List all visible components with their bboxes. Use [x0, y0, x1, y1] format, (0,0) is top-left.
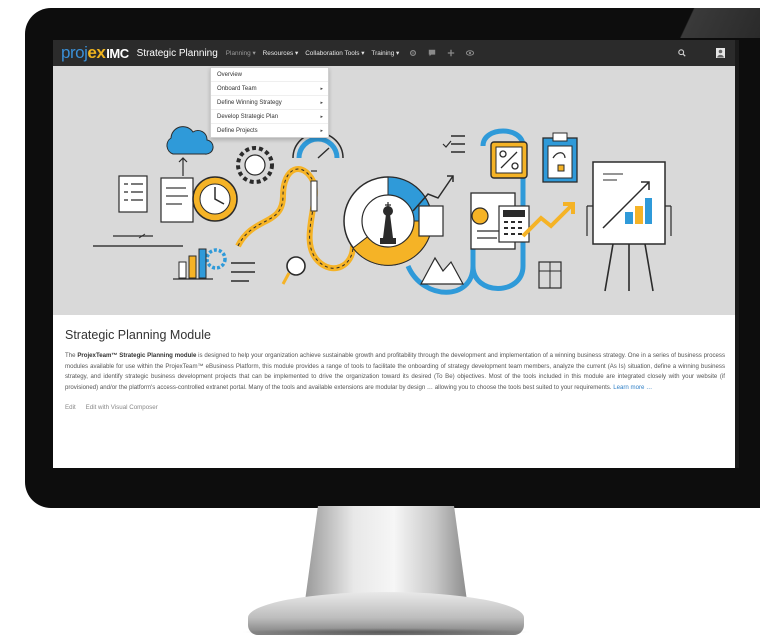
bezel-shine: [640, 8, 760, 38]
edit-link[interactable]: Edit: [65, 404, 76, 411]
eye-icon[interactable]: [466, 49, 475, 57]
screen-scrollbar-edge: [735, 40, 739, 468]
dropdown-item-define-winning-strategy[interactable]: Define Winning Strategy ▸: [211, 96, 328, 110]
percent-board-icon: [490, 141, 528, 179]
description-intro: The: [65, 352, 78, 359]
top-navbar: proj ex IMC Strategic Planning Planning ▾ …: [53, 40, 735, 66]
tactics-clipboard-icon: [542, 132, 578, 183]
module-description: The ProjexTeam™ Strategic Planning modul…: [65, 351, 725, 393]
comment-icon[interactable]: [428, 49, 436, 57]
settings-icon[interactable]: [409, 49, 417, 57]
monitor-screen: proj ex IMC Strategic Planning Planning ▾ …: [53, 40, 735, 468]
dropdown-item-label: Define Projects: [217, 127, 258, 134]
growth-chart-icon: [412, 175, 454, 237]
menu-resources[interactable]: Resources ▾: [263, 49, 299, 57]
planning-dropdown: Overview Onboard Team ▸ Define Winning St…: [210, 67, 329, 138]
menu-planning[interactable]: Planning ▾: [226, 49, 256, 57]
dropdown-item-label: Onboard Team: [217, 85, 257, 92]
logo-part-proj: proj: [61, 43, 88, 62]
edit-with-visual-composer-link[interactable]: Edit with Visual Composer: [86, 404, 158, 411]
logo-part-ex: ex: [87, 43, 106, 62]
hero-illustration: [53, 66, 735, 315]
user-avatar-icon[interactable]: [716, 48, 725, 58]
magnifier-icon: [281, 256, 306, 285]
logo-part-imc: IMC: [106, 46, 129, 61]
site-title[interactable]: Strategic Planning: [137, 48, 218, 59]
learn-more-link[interactable]: Learn more …: [613, 384, 652, 391]
dropdown-item-develop-strategic-plan[interactable]: Develop Strategic Plan ▸: [211, 110, 328, 124]
plus-icon[interactable]: [447, 49, 455, 57]
menu-collaboration-tools[interactable]: Collaboration Tools ▾: [305, 49, 364, 57]
checklist-document-icon: [113, 175, 153, 239]
menu-training[interactable]: Training ▾: [371, 49, 399, 57]
clock-icon: [192, 176, 238, 222]
dropdown-item-label: Develop Strategic Plan: [217, 113, 279, 120]
presentation-board-icon: [586, 161, 672, 292]
cloud-upload-icon: [166, 126, 214, 176]
dropdown-item-label: Overview: [217, 71, 243, 78]
report-document-icon: [160, 177, 194, 223]
strategy-infographic: [93, 126, 672, 295]
dropdown-item-overview[interactable]: Overview: [211, 68, 328, 82]
mountain-icon: [419, 256, 465, 285]
chevron-right-icon: ▸: [320, 85, 323, 92]
main-content: Strategic Planning Module The ProjexTeam…: [65, 322, 725, 411]
toolbar-icons: [409, 49, 475, 57]
bar-chart-icon: [173, 248, 213, 280]
navbar-right: [678, 48, 725, 58]
dropdown-item-onboard-team[interactable]: Onboard Team ▸: [211, 82, 328, 96]
chevron-right-icon: ▸: [320, 99, 323, 106]
chevron-right-icon: ▸: [320, 127, 323, 134]
brand-logo[interactable]: proj ex IMC: [61, 43, 129, 63]
edit-links: Edit Edit with Visual Composer: [65, 404, 725, 411]
dropdown-item-label: Define Winning Strategy: [217, 99, 282, 106]
monitor-stand-neck: [305, 506, 467, 601]
main-menu: Planning ▾ Resources ▾ Collaboration Too…: [226, 49, 399, 57]
search-icon[interactable]: [678, 49, 686, 57]
dropdown-item-define-projects[interactable]: Define Projects ▸: [211, 124, 328, 137]
chevron-right-icon: ▸: [320, 113, 323, 120]
page-title: Strategic Planning Module: [65, 328, 211, 342]
description-module-name: ProjexTeam™ Strategic Planning module: [77, 352, 197, 359]
